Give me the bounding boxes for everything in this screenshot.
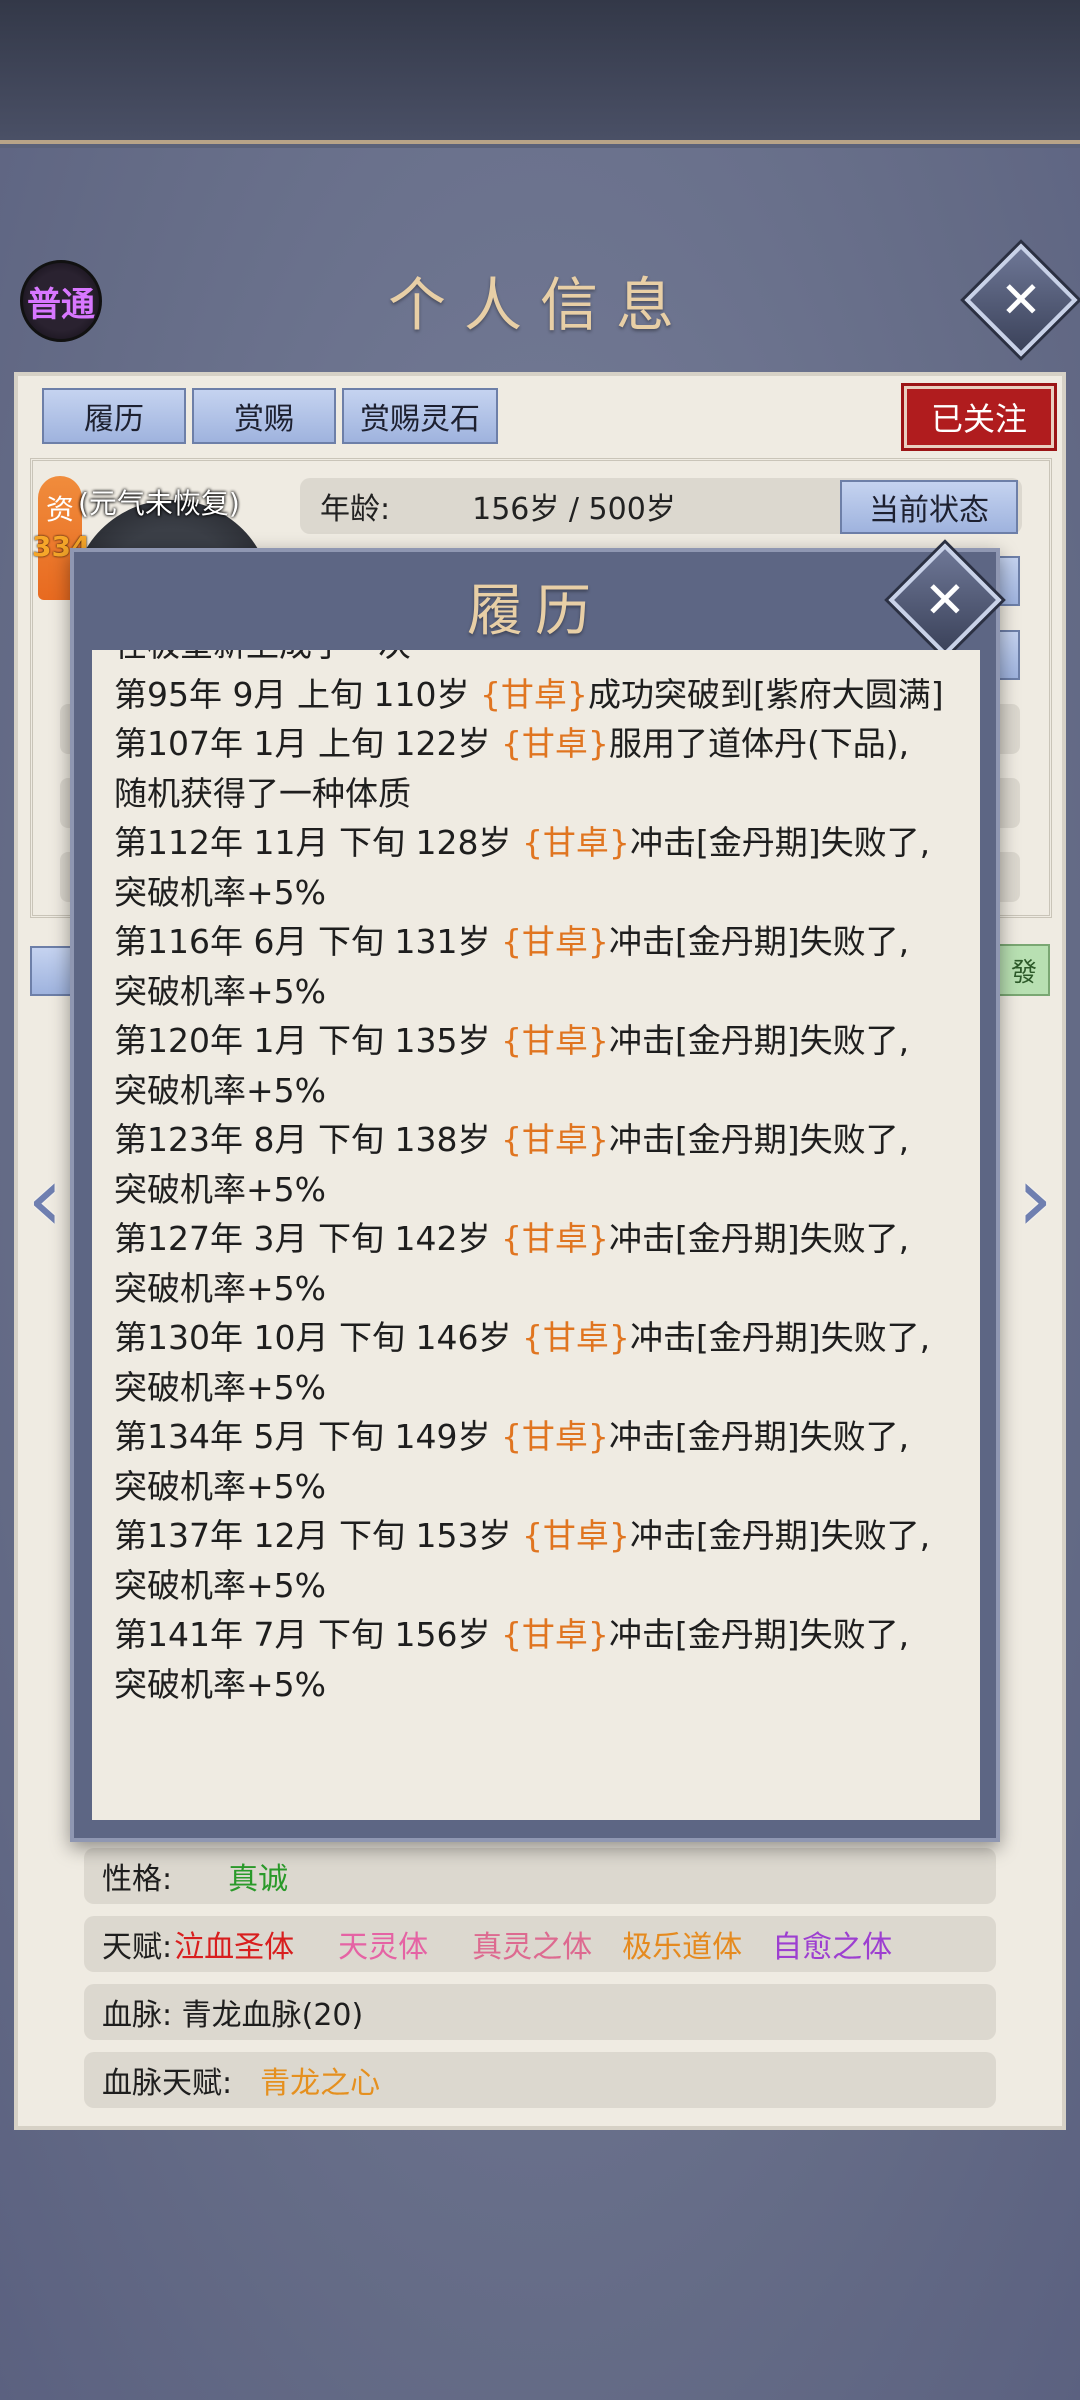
log-entry-continuation: 突破机率+5% xyxy=(114,1664,327,1704)
log-entry-character[interactable]: {甘卓} xyxy=(501,724,609,763)
personality-value: 真诚 xyxy=(228,1862,289,1897)
avatar-status: (元气未恢复) xyxy=(78,487,240,520)
log-entry-continuation: 突破机率+5% xyxy=(114,1367,327,1407)
top-bar xyxy=(0,0,1080,144)
log-entry-continuation: 突破机率+5% xyxy=(114,1169,327,1209)
bloodline-talent-row: 血脉天赋: 青龙之心 xyxy=(84,2052,996,2108)
log-entry-time: 第130年 10月 下旬 146岁 xyxy=(114,1318,522,1357)
age-label: 年龄: xyxy=(320,492,391,527)
log-entry-time: 第95年 9月 上旬 110岁 xyxy=(114,674,480,714)
talent-item[interactable]: 泣血圣体 xyxy=(174,1922,294,1966)
log-entry: 第116年 6月 下旬 131岁 {甘卓}冲击[金丹期]失败了, xyxy=(114,917,964,967)
log-entry-event: 冲击[金丹期]失败了, xyxy=(608,1120,910,1159)
history-log-scroll[interactable]: 在极皇新上成了一次 第95年 9月 上旬 110岁 {甘卓}成功突破到[紫府大圆… xyxy=(92,650,980,1820)
log-entry: 第95年 9月 上旬 110岁 {甘卓}成功突破到[紫府大圆满] xyxy=(114,670,964,720)
log-entry: 第137年 12月 下旬 153岁 {甘卓}冲击[金丹期]失败了, xyxy=(114,1511,964,1561)
history-log: 在极皇新上成了一次 第95年 9月 上旬 110岁 {甘卓}成功突破到[紫府大圆… xyxy=(114,650,964,1709)
follow-button[interactable]: 已关注 xyxy=(901,383,1057,451)
close-icon: ✕ xyxy=(924,571,966,629)
log-entry-continuation: 随机获得了一种体质 xyxy=(114,773,411,813)
log-entry-time: 第137年 12月 下旬 153岁 xyxy=(114,1516,522,1555)
popup-title: 履历 xyxy=(467,579,603,644)
tab-reward[interactable]: 赏赐 xyxy=(192,388,336,444)
green-button-label: 發 xyxy=(1010,957,1037,988)
log-entry: 第123年 8月 下旬 138岁 {甘卓}冲击[金丹期]失败了, xyxy=(114,1115,964,1165)
log-entry-character[interactable]: {甘卓} xyxy=(501,1417,609,1456)
log-entry-event: 冲击[金丹期]失败了, xyxy=(608,1219,910,1258)
page-title: 个人信息 xyxy=(387,271,692,339)
log-entry-continuation: 突破机率+5% xyxy=(114,1565,327,1605)
log-entry-time: 第123年 8月 下旬 138岁 xyxy=(114,1120,501,1159)
log-entry-event: 冲击[金丹期]失败了, xyxy=(608,922,910,961)
log-entry-event: 服用了道体丹(下品), xyxy=(608,724,910,763)
log-entry-event: 冲击[金丹期]失败了, xyxy=(608,1021,910,1060)
log-entry-time: 第112年 11月 下旬 128岁 xyxy=(114,823,522,862)
log-entry: 第107年 1月 上旬 122岁 {甘卓}服用了道体丹(下品), xyxy=(114,719,964,769)
personality-row: 性格: 真诚 xyxy=(84,1848,996,1904)
log-entry: 第141年 7月 下旬 156岁 {甘卓}冲击[金丹期]失败了, xyxy=(114,1610,964,1660)
tab-history[interactable]: 履历 xyxy=(42,388,186,444)
bloodline-talent-value[interactable]: 青龙之心 xyxy=(260,2058,380,2102)
log-entry-character[interactable]: {甘卓} xyxy=(501,1021,609,1060)
log-entry-event: 冲击[金丹期]失败了, xyxy=(608,1417,910,1456)
log-entry-character[interactable]: {甘卓} xyxy=(501,1219,609,1258)
bloodline-text: 血脉: 青龙血脉(20) xyxy=(102,1998,364,2033)
talent-label: 天赋: xyxy=(102,1930,173,1965)
talent-item[interactable]: 天灵体 xyxy=(338,1922,428,1966)
chevron-left-icon[interactable]: ‹ xyxy=(20,1155,70,1245)
log-entry-continuation: 突破机率+5% xyxy=(114,1070,327,1110)
talent-item[interactable]: 极乐道体 xyxy=(622,1922,742,1966)
log-entry-event: 成功突破到[紫府大圆满] xyxy=(587,674,944,714)
log-entry-time: 第116年 6月 下旬 131岁 xyxy=(114,922,501,961)
personality-label: 性格: xyxy=(102,1862,173,1897)
log-entry-time: 第134年 5月 下旬 149岁 xyxy=(114,1417,501,1456)
log-entry-character[interactable]: {甘卓} xyxy=(501,922,609,961)
log-entry-event: 冲击[金丹期]失败了, xyxy=(629,823,931,862)
talent-item[interactable]: 真灵之体 xyxy=(472,1922,592,1966)
log-clipped-line: 在极皇新上成了一次 xyxy=(114,650,964,670)
log-entry-time: 第107年 1月 上旬 122岁 xyxy=(114,724,501,763)
log-entry-continuation: 突破机率+5% xyxy=(114,971,327,1011)
log-entry-time: 第141年 7月 下旬 156岁 xyxy=(114,1615,501,1654)
log-entry-time: 第120年 1月 下旬 135岁 xyxy=(114,1021,501,1060)
talent-item[interactable]: 自愈之体 xyxy=(772,1922,892,1966)
log-entry-continuation: 突破机率+5% xyxy=(114,1466,327,1506)
log-entry-character[interactable]: {甘卓} xyxy=(522,1516,630,1555)
log-entry-event: 冲击[金丹期]失败了, xyxy=(629,1318,931,1357)
age-value: 156岁 / 500岁 xyxy=(472,492,676,527)
log-entry: 第134年 5月 下旬 149岁 {甘卓}冲击[金丹期]失败了, xyxy=(114,1412,964,1462)
chevron-right-icon[interactable]: › xyxy=(1010,1155,1060,1245)
bloodline-talent-label: 血脉天赋: xyxy=(102,2066,233,2101)
talent-row: 天赋: 泣血圣体 天灵体 真灵之体 极乐道体 自愈之体 xyxy=(84,1916,996,1972)
log-entry: 第112年 11月 下旬 128岁 {甘卓}冲击[金丹期]失败了, xyxy=(114,818,964,868)
log-entry-character[interactable]: {甘卓} xyxy=(501,1120,609,1159)
current-state-button[interactable]: 当前状态 xyxy=(840,480,1018,534)
close-icon: ✕ xyxy=(1000,271,1042,329)
green-action-button[interactable]: 發 xyxy=(998,944,1050,996)
bloodline-row: 血脉: 青龙血脉(20) xyxy=(84,1984,996,2040)
log-entry-event: 冲击[金丹期]失败了, xyxy=(629,1516,931,1555)
log-entry-continuation: 突破机率+5% xyxy=(114,872,327,912)
log-entry: 第120年 1月 下旬 135岁 {甘卓}冲击[金丹期]失败了, xyxy=(114,1016,964,1066)
log-entry: 第127年 3月 下旬 142岁 {甘卓}冲击[金丹期]失败了, xyxy=(114,1214,964,1264)
log-entry-time: 第127年 3月 下旬 142岁 xyxy=(114,1219,501,1258)
log-entry-character[interactable]: {甘卓} xyxy=(522,1318,630,1357)
log-entry: 第130年 10月 下旬 146岁 {甘卓}冲击[金丹期]失败了, xyxy=(114,1313,964,1363)
log-entry-character[interactable]: {甘卓} xyxy=(480,675,588,714)
log-entry-character[interactable]: {甘卓} xyxy=(501,1615,609,1654)
tab-bar: 履历 赏赐 赏赐灵石 xyxy=(42,388,498,444)
log-entry-character[interactable]: {甘卓} xyxy=(522,823,630,862)
tab-reward-spirit-stone[interactable]: 赏赐灵石 xyxy=(342,388,498,444)
log-entry-continuation: 突破机率+5% xyxy=(114,1268,327,1308)
log-entry-event: 冲击[金丹期]失败了, xyxy=(608,1615,910,1654)
